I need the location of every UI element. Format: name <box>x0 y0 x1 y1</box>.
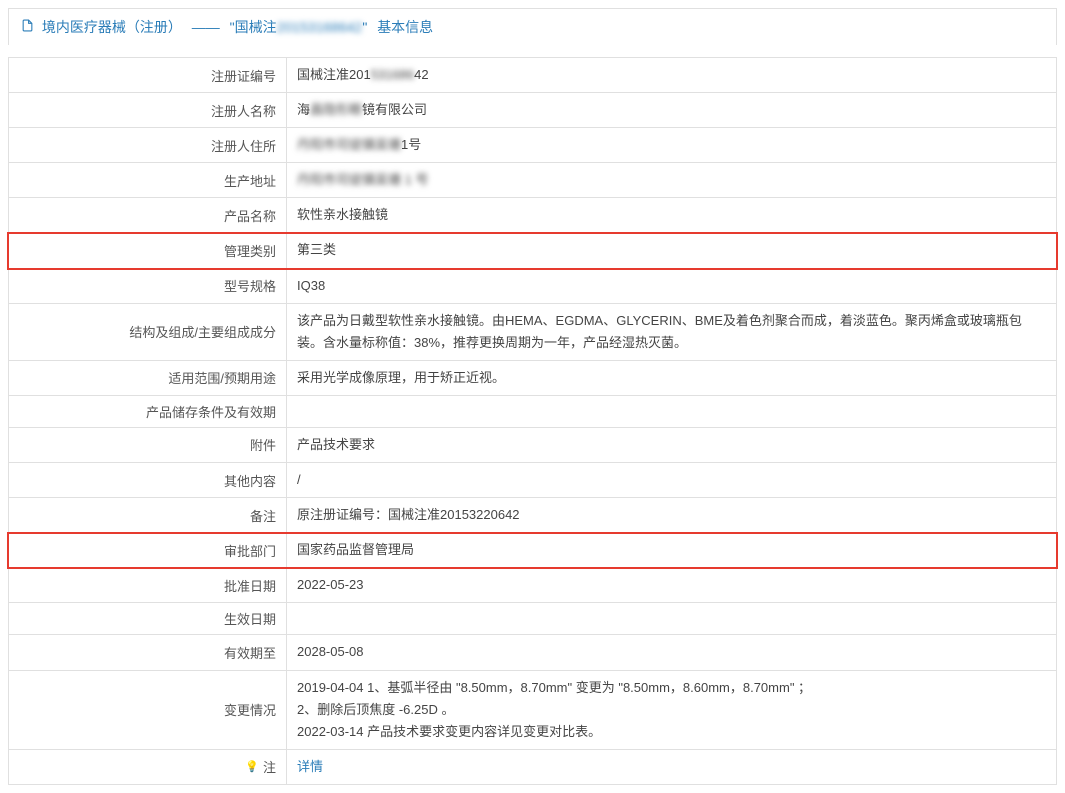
row-label: 备注 <box>9 498 287 532</box>
row-label: 批准日期 <box>9 568 287 602</box>
header-quoted-suffix: " <box>362 19 367 35</box>
table-row: 产品名称软性亲水接触镜 <box>8 198 1057 233</box>
detail-link[interactable]: 详情 <box>297 756 323 778</box>
row-value: 产品技术要求 <box>287 428 1056 462</box>
table-row: 批准日期2022-05-23 <box>8 568 1057 603</box>
row-label: 变更情况 <box>9 671 287 749</box>
table-row: 生效日期 <box>8 603 1057 635</box>
row-label: 产品名称 <box>9 198 287 232</box>
table-row: 备注原注册证编号：国械注准20153220642 <box>8 498 1057 533</box>
row-value <box>287 396 1056 427</box>
row-value: 该产品为日戴型软性亲水接触镜。由HEMA、EGDMA、GLYCERIN、BME及… <box>287 304 1056 360</box>
row-label: 管理类别 <box>9 233 287 267</box>
row-value: 第三类 <box>287 233 1056 267</box>
row-value: 2019-04-04 1、基弧半径由 "8.50mm，8.70mm" 变更为 "… <box>287 671 1056 749</box>
row-label: 审批部门 <box>9 533 287 567</box>
table-row: 型号规格IQ38 <box>8 269 1057 304</box>
header-category[interactable]: 境内医疗器械（注册） <box>42 19 182 35</box>
page-header: 境内医疗器械（注册） —— "国械注20153168642" 基本信息 <box>8 8 1057 45</box>
table-row: 结构及组成/主要组成成分该产品为日戴型软性亲水接触镜。由HEMA、EGDMA、G… <box>8 304 1057 361</box>
header-separator: —— <box>192 19 220 35</box>
table-row: 适用范围/预期用途采用光学成像原理，用于矫正近视。 <box>8 361 1057 396</box>
header-obscured-id: 20153168642 <box>277 19 363 35</box>
document-icon <box>21 19 38 35</box>
row-label: 附件 <box>9 428 287 462</box>
row-label: 生效日期 <box>9 603 287 634</box>
row-value: 国家药品监督管理局 <box>287 533 1056 567</box>
table-row: 注册人住所丹阳市司徒镇吴塘1号 <box>8 128 1057 163</box>
lightbulb-icon: 💡 <box>245 760 259 773</box>
row-label: 型号规格 <box>9 269 287 303</box>
table-row: 有效期至2028-05-08 <box>8 635 1057 670</box>
table-row: 生产地址丹阳市司徒镇吴塘 1 号 <box>8 163 1057 198</box>
row-value: 海昌隐形眼镜有限公司 <box>287 93 1056 127</box>
row-value: 原注册证编号：国械注准20153220642 <box>287 498 1056 532</box>
footer-label: 💡注 <box>9 750 287 784</box>
table-row: 管理类别第三类 <box>8 233 1057 268</box>
row-label: 生产地址 <box>9 163 287 197</box>
row-label: 注册人名称 <box>9 93 287 127</box>
row-value: 软性亲水接触镜 <box>287 198 1056 232</box>
footer-row: 💡注详情 <box>8 750 1057 785</box>
obscured-text: 丹阳市司徒镇吴塘 1 号 <box>297 169 428 191</box>
row-label: 注册人住所 <box>9 128 287 162</box>
row-label: 结构及组成/主要组成成分 <box>9 304 287 360</box>
obscured-text: 昌隐形眼 <box>310 99 362 121</box>
row-value: 2022-05-23 <box>287 568 1056 602</box>
row-value: 丹阳市司徒镇吴塘1号 <box>287 128 1056 162</box>
table-row: 产品储存条件及有效期 <box>8 396 1057 428</box>
row-label: 产品储存条件及有效期 <box>9 396 287 427</box>
table-row: 注册人名称海昌隐形眼镜有限公司 <box>8 93 1057 128</box>
row-value: 2028-05-08 <box>287 635 1056 669</box>
header-quoted-prefix: "国械注 <box>230 19 277 35</box>
table-row: 注册证编号国械注准20153168642 <box>8 58 1057 93</box>
row-value: 丹阳市司徒镇吴塘 1 号 <box>287 163 1056 197</box>
row-value <box>287 603 1056 634</box>
table-row: 附件产品技术要求 <box>8 428 1057 463</box>
row-label: 其他内容 <box>9 463 287 497</box>
table-row: 变更情况2019-04-04 1、基弧半径由 "8.50mm，8.70mm" 变… <box>8 671 1057 750</box>
header-tail: 基本信息 <box>377 19 433 35</box>
table-row: 审批部门国家药品监督管理局 <box>8 533 1057 568</box>
row-label: 注册证编号 <box>9 58 287 92</box>
info-table: 注册证编号国械注准20153168642注册人名称海昌隐形眼镜有限公司注册人住所… <box>8 57 1057 785</box>
obscured-text: 丹阳市司徒镇吴塘 <box>297 134 401 156</box>
row-label: 适用范围/预期用途 <box>9 361 287 395</box>
obscured-text: 531686 <box>371 64 414 86</box>
row-value: 采用光学成像原理，用于矫正近视。 <box>287 361 1056 395</box>
table-row: 其他内容/ <box>8 463 1057 498</box>
footer-value: 详情 <box>287 750 1056 784</box>
row-value: IQ38 <box>287 269 1056 303</box>
row-value: / <box>287 463 1056 497</box>
row-value: 国械注准20153168642 <box>287 58 1056 92</box>
row-label: 有效期至 <box>9 635 287 669</box>
